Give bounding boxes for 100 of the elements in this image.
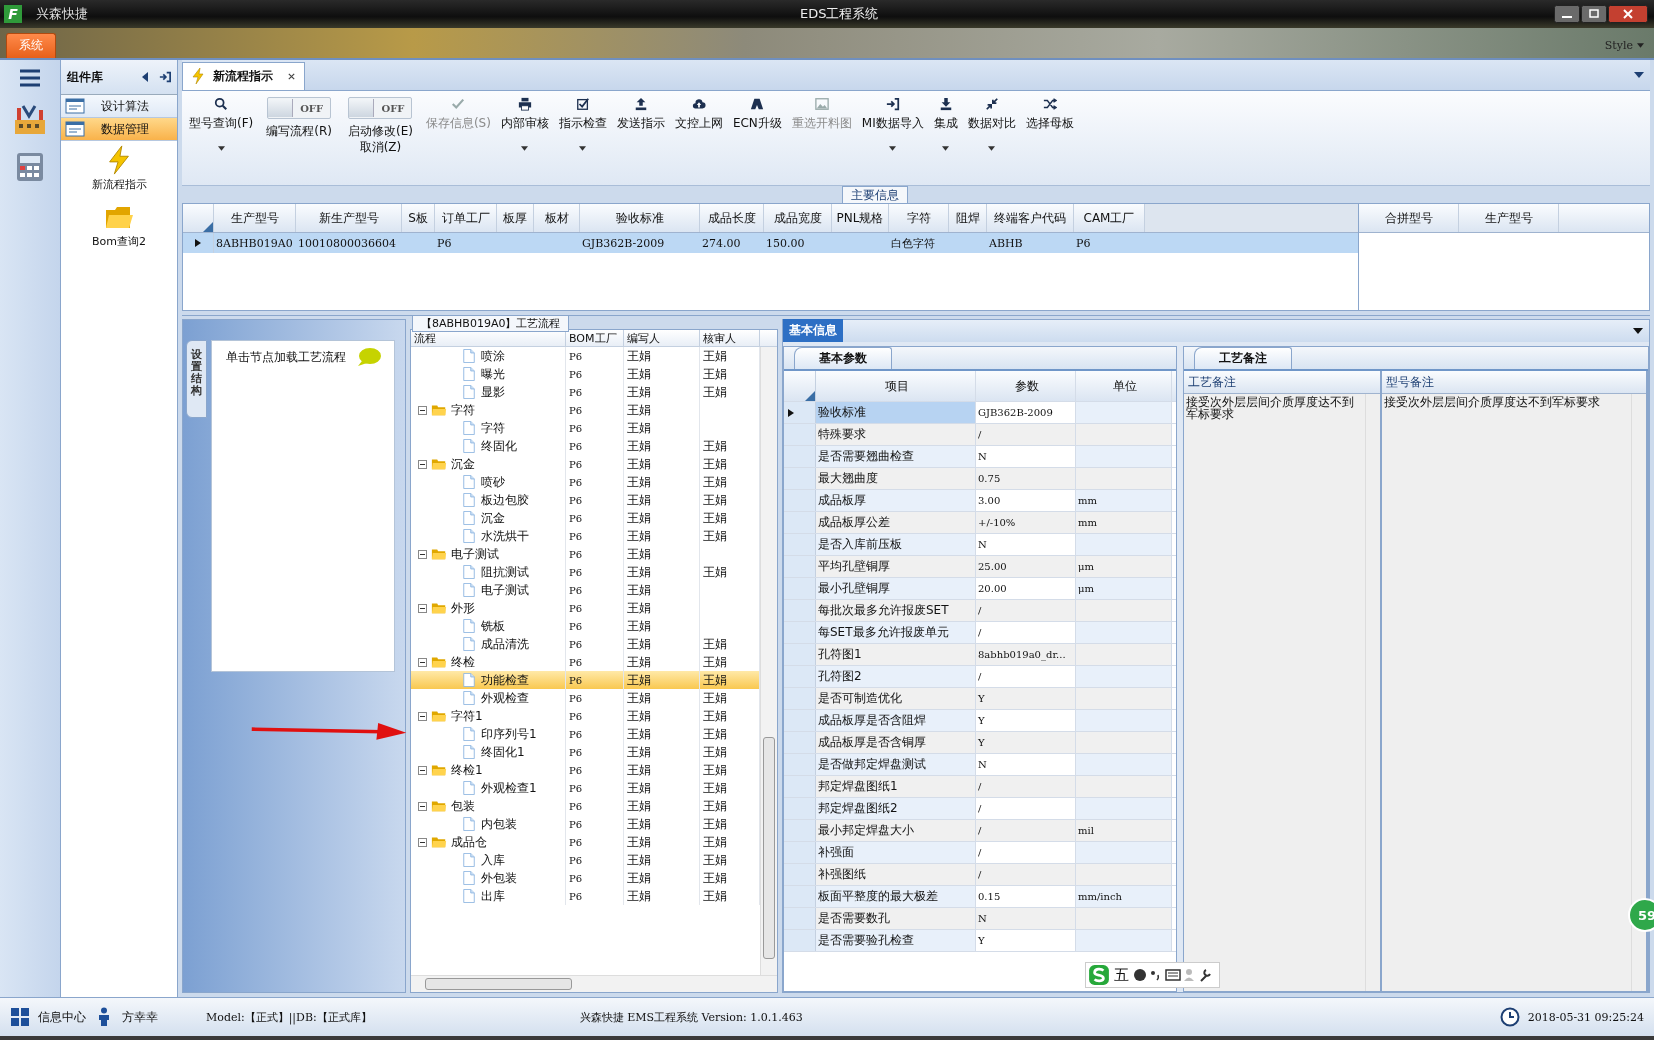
menu-icon[interactable] xyxy=(18,68,42,88)
table-row[interactable]: 补强面 / xyxy=(784,842,1176,864)
panel-tab[interactable]: 工艺备注 xyxy=(1194,347,1292,369)
tool-label[interactable]: Bom查询2 xyxy=(92,234,146,249)
column-header[interactable]: 生产型号 xyxy=(1459,204,1559,232)
column-header[interactable]: 生产型号 xyxy=(214,204,296,232)
tree-row[interactable]: 喷涂 P6 王娟 王娟 xyxy=(411,347,760,365)
column-header[interactable]: 合拼型号 xyxy=(1359,204,1459,232)
info-center-link[interactable]: 信息中心 xyxy=(38,1008,86,1026)
tree-row[interactable]: 终固化1 P6 王娟 王娟 xyxy=(411,743,760,761)
ime-tools-icon[interactable] xyxy=(1133,967,1213,983)
collapse-icon[interactable] xyxy=(418,711,427,721)
tree-row[interactable]: 印序列号1 P6 王娟 王娟 xyxy=(411,725,760,743)
column-header[interactable]: 成品长度 xyxy=(700,204,764,232)
tree-row[interactable]: 字符1 P6 王娟 王娟 xyxy=(411,707,760,725)
tree-row[interactable]: 字符 P6 王娟 xyxy=(411,401,760,419)
toolbar-button[interactable]: 指示检查 xyxy=(555,97,610,151)
tree-row[interactable]: 外形 P6 王娟 xyxy=(411,599,760,617)
sign-in-icon[interactable] xyxy=(159,71,171,83)
column-header[interactable]: 单位 xyxy=(1076,371,1172,401)
toolbar-button[interactable]: ECN升级 xyxy=(729,97,785,132)
tree-row[interactable]: 电子测试 P6 王娟 xyxy=(411,545,760,563)
corner-triangle-icon[interactable] xyxy=(203,222,213,232)
nav-item[interactable]: 设计算法 xyxy=(61,95,177,118)
tree-row[interactable]: 终固化 P6 王娟 王娟 xyxy=(411,437,760,455)
tree-row[interactable]: 外观检查1 P6 王娟 王娟 xyxy=(411,779,760,797)
caret-icon[interactable] xyxy=(988,146,996,151)
table-row[interactable]: 最大翘曲度 0.75 xyxy=(784,468,1176,490)
table-row[interactable]: 板面平整度的最大极差 0.15 mm/inch xyxy=(784,886,1176,908)
collapse-icon[interactable] xyxy=(418,801,427,811)
table-row[interactable]: 8ABHB019A0 10010800036604 P6 GJB362B-2009 274.00 150.00 白色字符 ABHB P6 xyxy=(183,233,1358,253)
table-row[interactable]: 最小孔壁铜厚 20.00 μm xyxy=(784,578,1176,600)
input-mode-label[interactable]: 五 xyxy=(1114,965,1129,985)
tree-row[interactable]: 入库 P6 王娟 王娟 xyxy=(411,851,760,869)
table-row[interactable]: 每批次最多允许报废SET / xyxy=(784,600,1176,622)
caret-icon[interactable] xyxy=(521,146,529,151)
column-header[interactable]: 成品宽度 xyxy=(764,204,832,232)
tree-row[interactable]: 功能检查 P6 王娟 王娟 xyxy=(411,671,760,689)
toolbar-button[interactable]: 选择母板 xyxy=(1022,97,1077,132)
table-row[interactable]: 是否可制造优化 Y xyxy=(784,688,1176,710)
input-method-bar[interactable]: 五 xyxy=(1085,962,1220,988)
table-row[interactable]: 补强图纸 / xyxy=(784,864,1176,886)
column-header[interactable]: 核审人 xyxy=(700,330,760,346)
tree-row[interactable]: 外包装 P6 王娟 王娟 xyxy=(411,869,760,887)
tree-row[interactable]: 电子测试 P6 王娟 xyxy=(411,581,760,599)
column-header[interactable]: BOM工厂 xyxy=(566,330,624,346)
vertical-scrollbar[interactable] xyxy=(760,347,777,975)
column-header[interactable]: 验收标准 xyxy=(580,204,700,232)
toolbar-button[interactable]: 数据对比 xyxy=(964,97,1019,151)
collapse-icon[interactable] xyxy=(418,549,427,559)
toolbar-button[interactable]: MI数据导入 xyxy=(858,97,927,151)
table-row[interactable]: 每SET最多允许报废单元 / xyxy=(784,622,1176,644)
table-row[interactable]: 邦定焊盘图纸1 / xyxy=(784,776,1176,798)
table-row[interactable]: 成品板厚是否含阻焊 Y xyxy=(784,710,1176,732)
collapse-icon[interactable] xyxy=(418,459,427,469)
table-row[interactable]: 是否做邦定焊盘测试 N xyxy=(784,754,1176,776)
tree-row[interactable]: 包装 P6 王娟 王娟 xyxy=(411,797,760,815)
column-header[interactable]: 板厚 xyxy=(497,204,534,232)
column-header[interactable]: 参数 xyxy=(976,371,1076,401)
table-row[interactable]: 成品板厚是否含铜厚 Y xyxy=(784,732,1176,754)
table-row[interactable]: 成品板厚公差 +/-10% mm xyxy=(784,512,1176,534)
caret-icon[interactable] xyxy=(889,146,897,151)
close-icon[interactable] xyxy=(1608,5,1648,23)
table-row[interactable]: 特殊要求 / xyxy=(784,424,1176,446)
close-icon[interactable] xyxy=(287,71,296,81)
column-header[interactable]: PNL规格 xyxy=(832,204,889,232)
caret-icon[interactable] xyxy=(217,146,225,151)
tree-row[interactable]: 显影 P6 王娟 王娟 xyxy=(411,383,760,401)
tree-row[interactable]: 板边包胶 P6 王娟 王娟 xyxy=(411,491,760,509)
tree-row[interactable]: 终检1 P6 王娟 王娟 xyxy=(411,761,760,779)
tree-row[interactable]: 沉金 P6 王娟 王娟 xyxy=(411,509,760,527)
table-row[interactable]: 平均孔壁铜厚 25.00 μm xyxy=(784,556,1176,578)
caret-icon[interactable] xyxy=(942,146,950,151)
table-row[interactable]: 是否需要验孔检查 Y xyxy=(784,930,1176,952)
table-row[interactable]: 验收标准 GJB362B-2009 xyxy=(784,402,1176,424)
column-header[interactable]: 板材 xyxy=(534,204,580,232)
restore-icon[interactable] xyxy=(1581,5,1607,23)
tree-row[interactable]: 字符 P6 王娟 xyxy=(411,419,760,437)
tree-row[interactable]: 沉金 P6 王娟 王娟 xyxy=(411,455,760,473)
tree-row[interactable]: 水洗烘干 P6 王娟 王娟 xyxy=(411,527,760,545)
toggle-switch[interactable]: OFF xyxy=(348,97,413,119)
column-header[interactable]: 终端客户代码 xyxy=(987,204,1074,232)
column-header[interactable]: 项目 xyxy=(816,371,976,401)
column-header[interactable]: 工艺备注 xyxy=(1184,371,1380,394)
column-header[interactable]: 阻焊 xyxy=(949,204,987,232)
column-header[interactable]: 型号备注 xyxy=(1382,371,1646,394)
column-header[interactable]: 流程 xyxy=(411,330,566,346)
tree-row[interactable]: 曝光 P6 王娟 王娟 xyxy=(411,365,760,383)
column-header[interactable]: S板 xyxy=(402,204,435,232)
toolbar-button[interactable]: 文控上网 xyxy=(671,97,726,132)
tree-row[interactable]: 出库 P6 王娟 王娟 xyxy=(411,887,760,905)
table-row[interactable]: 最小邦定焊盘大小 / mil xyxy=(784,820,1176,842)
minimize-icon[interactable] xyxy=(1554,5,1580,23)
table-row[interactable]: 孔符图1 8abhb019a0_dr... xyxy=(784,644,1176,666)
collapse-icon[interactable] xyxy=(418,603,427,613)
table-row[interactable]: 成品板厚 3.00 mm xyxy=(784,490,1176,512)
tree-row[interactable]: 喷砂 P6 王娟 王娟 xyxy=(411,473,760,491)
column-header[interactable]: 新生产型号 xyxy=(296,204,402,232)
dropdown-icon[interactable] xyxy=(1633,328,1643,334)
panel-tab[interactable]: 基本参数 xyxy=(794,347,892,369)
